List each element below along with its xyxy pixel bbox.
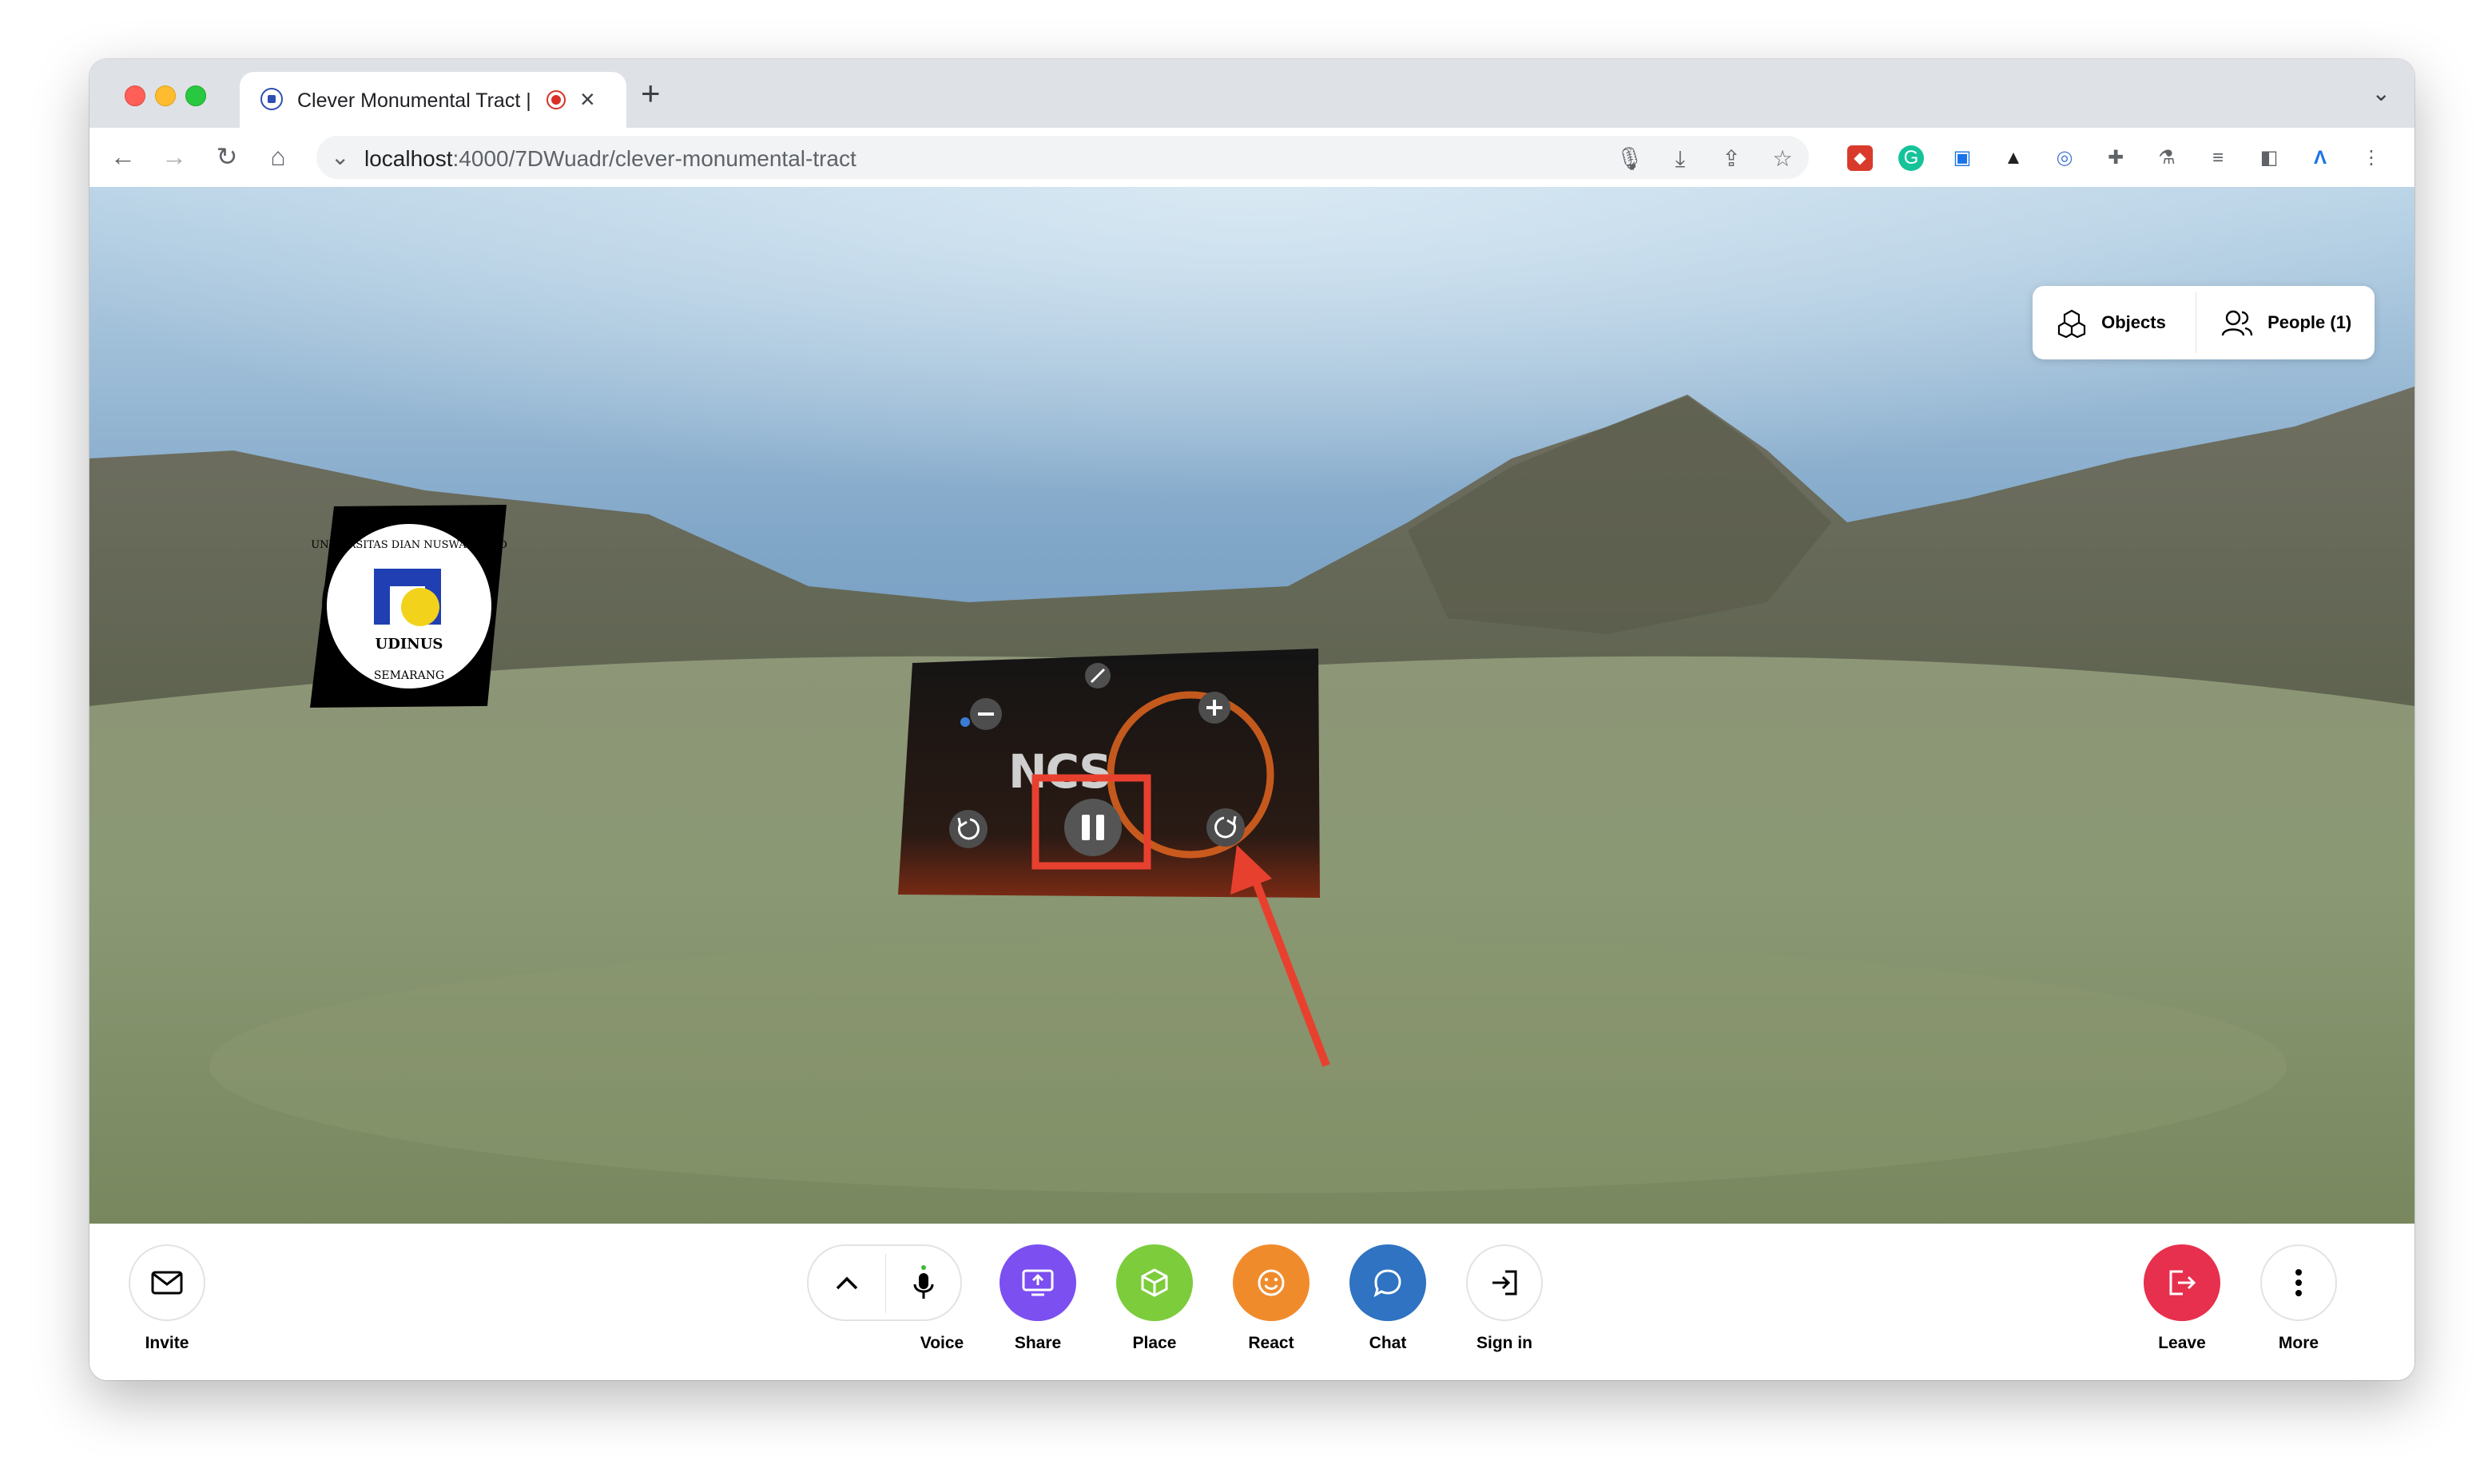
url-host: localhost — [364, 146, 453, 171]
room-toolbar: Invite Voice Share Place React Chat Sign… — [89, 1224, 2414, 1380]
browser-menu-icon[interactable]: ⋮ — [2359, 145, 2384, 171]
bookmark-star-icon[interactable]: ☆ — [1769, 145, 1796, 173]
react-label: React — [1248, 1334, 1294, 1352]
smiley-icon — [1258, 1269, 1285, 1296]
url-path: :4000/7DWuadr/clever-monumental-tract — [452, 146, 856, 171]
people-label: People (1) — [2267, 312, 2352, 332]
objects-cubes-icon — [2057, 309, 2086, 339]
chat-label: Chat — [1369, 1334, 1407, 1352]
maximize-window-button[interactable] — [185, 85, 206, 106]
more-button[interactable]: More — [2255, 1244, 2343, 1364]
place-label: Place — [1132, 1334, 1177, 1352]
voice-expand-button[interactable] — [809, 1246, 885, 1319]
media-ncs-text: NCS — [1008, 744, 1111, 799]
media-screen[interactable]: NCS — [898, 649, 1320, 898]
share-page-icon[interactable]: ⇪ — [1718, 145, 1745, 173]
recording-indicator-icon — [546, 90, 566, 109]
microphone-icon[interactable]: 🎙 — [1616, 145, 1644, 173]
cube-icon — [1141, 1268, 1168, 1297]
invite-label: Invite — [145, 1334, 189, 1352]
media-forward-icon[interactable] — [1206, 808, 1245, 847]
media-rewind-icon[interactable] — [949, 810, 988, 848]
minimize-window-button[interactable] — [155, 85, 176, 106]
back-arrow-icon[interactable]: ← — [107, 141, 139, 173]
translate-extension-icon[interactable]: ▣ — [1949, 145, 1975, 171]
sign-in-button[interactable]: Sign in — [1461, 1244, 1548, 1364]
close-window-button[interactable] — [125, 85, 145, 106]
extensions-puzzle-icon[interactable]: ✚ — [2103, 145, 2128, 171]
profile-extension-icon[interactable]: Λ — [2307, 145, 2333, 171]
share-button[interactable]: Share — [994, 1244, 1082, 1364]
leave-label: Leave — [2158, 1334, 2206, 1352]
site-favicon-icon — [260, 88, 283, 110]
media-magic-wand-icon[interactable] — [1085, 663, 1111, 688]
university-logo-sign[interactable]: UDINUS UNIVERSITAS DIAN NUSWANTORO SEMAR… — [310, 505, 507, 708]
people-button[interactable]: People (1) — [2221, 286, 2351, 359]
side-panel-icon[interactable]: ◧ — [2256, 145, 2282, 171]
media-volume-up-icon[interactable] — [1198, 692, 1230, 724]
microphone-icon — [913, 1265, 934, 1299]
chevron-up-icon — [836, 1276, 858, 1290]
people-icon — [2221, 310, 2253, 336]
media-volume-down-icon[interactable] — [970, 698, 1002, 730]
browser-toolbar: ← → ↻ ⌂ ⌄ localhost:4000/7DWuadr/clever-… — [89, 128, 2414, 188]
home-icon[interactable]: ⌂ — [262, 141, 294, 173]
tab-search-chevron-icon[interactable]: ⌄ — [2372, 80, 2391, 106]
address-bar[interactable]: ⌄ localhost:4000/7DWuadr/clever-monument… — [316, 136, 1809, 179]
tab-strip: Clever Monumental Tract | × + ⌄ — [89, 59, 2414, 128]
forward-arrow-icon[interactable]: → — [158, 141, 190, 173]
site-info-chevron-icon[interactable]: ⌄ — [331, 144, 349, 170]
media-pause-icon[interactable] — [1064, 799, 1122, 856]
invite-button[interactable]: Invite — [123, 1244, 211, 1364]
leave-icon — [2169, 1270, 2196, 1296]
install-app-icon[interactable]: ⤓ — [1667, 145, 1694, 173]
logo-text-mid: UDINUS — [376, 636, 443, 653]
chat-bubble-icon — [1373, 1269, 1401, 1298]
sign-in-label: Sign in — [1476, 1334, 1532, 1352]
logo-text-top: UNIVERSITAS DIAN NUSWANTORO — [311, 539, 507, 551]
logo-text-bottom: SEMARANG — [374, 669, 444, 682]
share-label: Share — [1014, 1334, 1062, 1352]
more-vertical-icon — [2295, 1269, 2302, 1296]
media-controls-icon[interactable]: ≡ — [2205, 145, 2231, 171]
3d-scene-viewport[interactable]: UDINUS UNIVERSITAS DIAN NUSWANTORO SEMAR… — [89, 187, 2414, 1224]
screen-share-icon — [1022, 1269, 1054, 1296]
active-tab[interactable]: Clever Monumental Tract | × — [240, 72, 626, 128]
leave-button[interactable]: Leave — [2138, 1244, 2226, 1364]
labs-flask-icon[interactable]: ⚗ — [2154, 145, 2180, 171]
voice-control — [807, 1244, 962, 1321]
objects-button[interactable]: Objects — [2057, 286, 2166, 359]
react-button[interactable]: React — [1227, 1244, 1315, 1364]
place-button[interactable]: Place — [1111, 1244, 1198, 1364]
browser-window: Clever Monumental Tract | × + ⌄ ← → ↻ ⌂ … — [89, 59, 2414, 1380]
bird-extension-icon[interactable]: ▲ — [2001, 145, 2026, 171]
new-tab-button[interactable]: + — [641, 77, 661, 110]
objects-people-panel: Objects People (1) — [2033, 286, 2375, 359]
more-label: More — [2278, 1334, 2319, 1352]
reload-icon[interactable]: ↻ — [211, 141, 243, 173]
globe-extension-icon[interactable]: ◎ — [2052, 145, 2077, 171]
objects-label: Objects — [2101, 312, 2166, 332]
voice-label: Voice — [920, 1334, 964, 1352]
envelope-icon — [151, 1271, 183, 1295]
chat-button[interactable]: Chat — [1344, 1244, 1432, 1364]
extension-red-icon[interactable]: ◆ — [1847, 145, 1873, 171]
close-tab-icon[interactable]: × — [580, 83, 595, 115]
sign-in-icon — [1492, 1270, 1517, 1296]
grammarly-extension-icon[interactable]: G — [1898, 145, 1924, 171]
voice-mic-button[interactable] — [885, 1246, 962, 1319]
tab-title: Clever Monumental Tract | — [297, 89, 531, 112]
url-text[interactable]: localhost:4000/7DWuadr/clever-monumental… — [364, 146, 856, 172]
